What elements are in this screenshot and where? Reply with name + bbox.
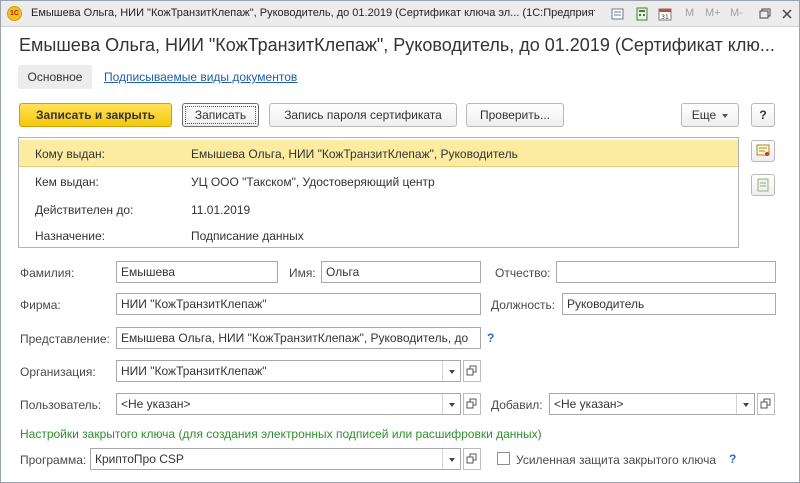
app-logo-icon: 1С — [7, 6, 22, 21]
open-form-icon — [760, 398, 771, 409]
restore-icon[interactable] — [757, 6, 773, 22]
info-value: 11.01.2019 — [191, 203, 251, 217]
open-form-icon — [466, 453, 477, 464]
info-key: Действителен до: — [35, 203, 134, 217]
info-row-valid-until[interactable]: Действителен до: 11.01.2019 — [19, 196, 738, 223]
surname-field[interactable]: Емышева — [116, 261, 278, 283]
document-icon — [757, 178, 769, 192]
added-by-value: <Не указан> — [554, 397, 624, 411]
calendar-icon[interactable]: 31 — [657, 6, 673, 22]
user-label: Пользователь: — [20, 398, 102, 412]
tab-signed-documents[interactable]: Подписываемые виды документов — [104, 65, 297, 89]
close-icon[interactable] — [779, 6, 795, 22]
program-open-button[interactable] — [463, 448, 481, 470]
chevron-down-icon — [722, 113, 729, 118]
program-label: Программа: — [20, 453, 87, 467]
user-open-button[interactable] — [463, 393, 481, 415]
info-row-issued-to[interactable]: Кому выдан: Емышева Ольга, НИИ "КожТранз… — [19, 140, 738, 167]
user-dropdown-icon[interactable] — [442, 394, 460, 414]
program-field[interactable]: КриптоПро CSP — [90, 448, 461, 470]
organization-label: Организация: — [20, 365, 96, 379]
info-key: Кем выдан: — [35, 175, 99, 189]
presentation-help-icon[interactable]: ? — [487, 331, 494, 345]
added-by-open-button[interactable] — [757, 393, 775, 415]
title-bar: 1С Емышева Ольга, НИИ "КожТранзитКлепаж"… — [1, 1, 799, 27]
surname-label: Фамилия: — [20, 266, 75, 280]
print-preview-icon[interactable] — [610, 6, 626, 22]
memory-m-button[interactable]: M — [685, 7, 694, 19]
organization-field[interactable]: НИИ "КожТранзитКлепаж" — [116, 360, 461, 382]
info-value: Подписание данных — [191, 229, 304, 243]
enhanced-protection-label: Усиленная защита закрытого ключа — [516, 453, 717, 467]
calculator-icon[interactable] — [634, 6, 650, 22]
info-key: Кому выдан: — [35, 147, 106, 161]
info-value: Емышева Ольга, НИИ "КожТранзитКлепаж", Р… — [191, 147, 518, 161]
check-button[interactable]: Проверить... — [466, 103, 564, 127]
memory-plus-button[interactable]: M+ — [705, 7, 721, 19]
presentation-label: Представление: — [20, 332, 110, 346]
patronymic-label: Отчество: — [495, 266, 551, 280]
organization-value: НИИ "КожТранзитКлепаж" — [121, 364, 267, 378]
info-row-purpose[interactable]: Назначение: Подписание данных — [19, 222, 738, 249]
memory-minus-button[interactable]: M- — [730, 7, 743, 19]
save-button[interactable]: Записать — [182, 103, 259, 127]
firm-label: Фирма: — [20, 298, 61, 312]
certificate-view-icon — [756, 144, 770, 156]
name-field[interactable]: Ольга — [321, 261, 481, 283]
enhanced-protection-checkbox[interactable] — [497, 452, 510, 465]
svg-text:31: 31 — [661, 14, 669, 21]
info-value: УЦ ООО "Такском", Удостоверяющий центр — [191, 175, 435, 189]
certificate-window: 1С Емышева Ольга, НИИ "КожТранзитКлепаж"… — [0, 0, 800, 483]
patronymic-field[interactable] — [556, 261, 776, 283]
info-row-issued-by[interactable]: Кем выдан: УЦ ООО "Такском", Удостоверяю… — [19, 168, 738, 195]
open-certificate-button[interactable] — [751, 140, 775, 162]
enhanced-protection-help-icon[interactable]: ? — [729, 452, 736, 466]
organization-open-button[interactable] — [463, 360, 481, 382]
private-key-settings-heading: Настройки закрытого ключа (для создания … — [20, 427, 542, 441]
added-by-label: Добавил: — [491, 398, 543, 412]
open-form-icon — [466, 398, 477, 409]
more-button[interactable]: Еще — [681, 103, 739, 127]
info-key: Назначение: — [35, 229, 106, 243]
open-form-icon — [466, 365, 477, 376]
more-button-label: Еще — [691, 108, 717, 122]
user-field[interactable]: <Не указан> — [116, 393, 461, 415]
position-field[interactable]: Руководитель — [562, 293, 776, 315]
tab-main[interactable]: Основное — [18, 65, 92, 89]
save-button-label: Записать — [185, 106, 256, 124]
window-title: Емышева Ольга, НИИ "КожТранзитКлепаж", Р… — [31, 7, 595, 19]
save-and-close-button[interactable]: Записать и закрыть — [19, 103, 172, 127]
organization-dropdown-icon[interactable] — [442, 361, 460, 381]
added-by-dropdown-icon[interactable] — [736, 394, 754, 414]
page-title: Емышева Ольга, НИИ "КожТранзитКлепаж", Р… — [19, 35, 775, 55]
position-label: Должность: — [491, 298, 556, 312]
user-value: <Не указан> — [121, 397, 191, 411]
program-dropdown-icon[interactable] — [442, 449, 460, 469]
help-button[interactable]: ? — [751, 103, 775, 127]
save-certificate-button[interactable] — [751, 174, 775, 196]
cert-password-button[interactable]: Запись пароля сертификата — [269, 103, 457, 127]
presentation-field[interactable]: Емышева Ольга, НИИ "КожТранзитКлепаж", Р… — [116, 327, 481, 349]
firm-field[interactable]: НИИ "КожТранзитКлепаж" — [116, 293, 481, 315]
certificate-info: Кому выдан: Емышева Ольга, НИИ "КожТранз… — [18, 137, 739, 248]
name-label: Имя: — [289, 266, 316, 280]
added-by-field[interactable]: <Не указан> — [549, 393, 755, 415]
program-value: КриптоПро CSP — [95, 452, 184, 466]
